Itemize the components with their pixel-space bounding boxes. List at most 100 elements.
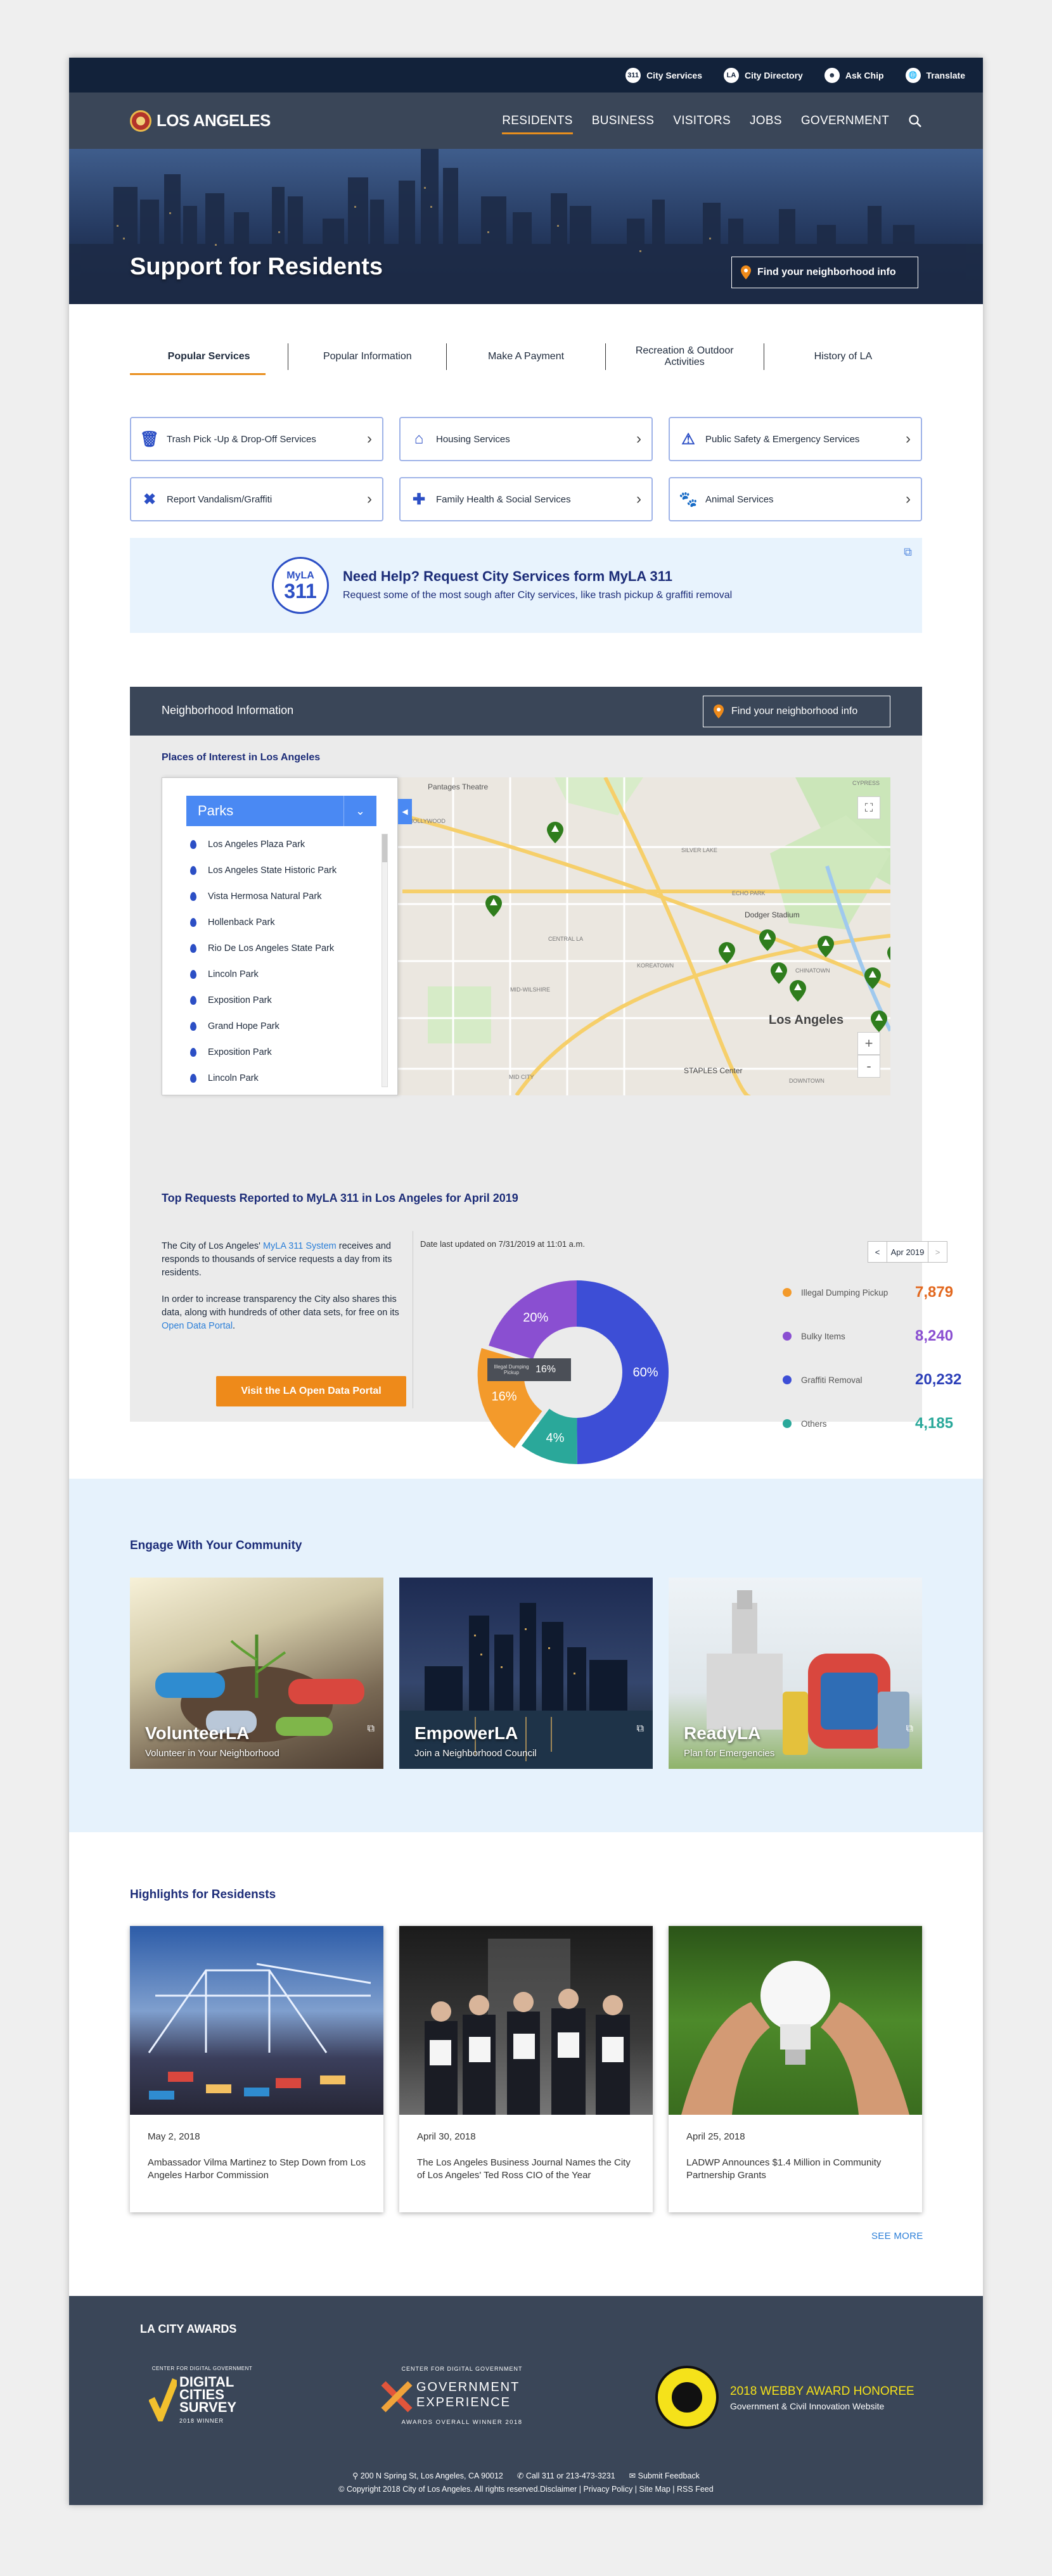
location-pin-icon <box>714 705 724 718</box>
zoom-in-button[interactable]: + <box>857 1032 880 1055</box>
highlight-date: April 25, 2018 <box>686 2131 745 2142</box>
zoom-out-button[interactable]: - <box>857 1055 880 1078</box>
open-data-portal-link[interactable]: Open Data Portal <box>162 1321 233 1331</box>
map-collapse-button[interactable]: ◀ <box>398 799 412 824</box>
map-label-pantages: Pantages Theatre <box>428 782 489 791</box>
phone-link[interactable]: ✆ Call 311 or 213-473-3231 <box>517 2471 615 2480</box>
park-name: Rio De Los Angeles State Park <box>208 943 335 953</box>
park-marker-icon[interactable] <box>864 967 881 989</box>
service-vandalism[interactable]: ✖ Report Vandalism/Graffiti › <box>130 477 383 521</box>
engage-section: Engage With Your Community VolunteerLA V… <box>69 1479 983 1832</box>
legend-value: 20,232 <box>915 1371 962 1388</box>
highlight-card-cio[interactable]: April 30, 2018 The Los Angeles Business … <box>399 1926 653 2212</box>
prev-month-button[interactable]: < <box>868 1242 887 1262</box>
location-pin-icon <box>190 865 196 875</box>
feedback-link[interactable]: ✉ Submit Feedback <box>629 2471 700 2480</box>
external-link-icon: ⧉ <box>367 1723 375 1734</box>
park-marker-icon[interactable] <box>547 822 563 843</box>
site-logo[interactable]: LOS ANGELES <box>130 110 271 132</box>
service-public-safety[interactable]: ⚠ Public Safety & Emergency Services › <box>669 417 922 461</box>
park-list-item[interactable]: Lincoln Park <box>186 961 389 987</box>
park-list-item[interactable]: Grand Hope Park <box>186 1013 389 1039</box>
myla311-logo: MyLA 311 <box>272 557 329 614</box>
copyright[interactable]: © Copyright 2018 City of Los Angeles. Al… <box>69 2485 983 2494</box>
tab-popular-services[interactable]: Popular Services <box>130 343 288 375</box>
see-more-link[interactable]: SEE MORE <box>871 2231 923 2241</box>
card-subtitle: Join a Neighborhood Council <box>414 1748 537 1759</box>
tab-popular-information[interactable]: Popular Information <box>288 343 446 370</box>
nav-visitors[interactable]: VISITORS <box>673 109 731 133</box>
category-select[interactable]: Parks ⌄ <box>186 796 376 826</box>
nav-government[interactable]: GOVERNMENT <box>801 109 889 133</box>
parks-scrollbar[interactable] <box>382 834 388 1087</box>
chip-icon: ☻ <box>824 67 840 83</box>
tab-history[interactable]: History of LA <box>763 343 922 370</box>
park-list-item[interactable]: Lincoln Park <box>186 1065 389 1085</box>
highlights-title: Highlights for Residensts <box>130 1888 276 1901</box>
service-trash[interactable]: 🗑 Trash Pick -Up & Drop-Off Services › <box>130 417 383 461</box>
nav-business[interactable]: BUSINESS <box>592 109 655 133</box>
address-link[interactable]: ⚲ 200 N Spring St, Los Angeles, CA 90012 <box>352 2471 503 2480</box>
service-animal[interactable]: 🐾 Animal Services › <box>669 477 922 521</box>
ask-chip-link[interactable]: ☻ Ask Chip <box>824 67 884 83</box>
chevron-right-icon: › <box>906 430 911 447</box>
empowerla-card[interactable]: EmpowerLA Join a Neighborhood Council ⧉ <box>399 1578 653 1769</box>
myla311-system-link[interactable]: MyLA 311 System <box>263 1241 337 1251</box>
port-image <box>130 1926 383 2115</box>
external-link-icon: ⧉ <box>904 545 912 558</box>
service-family-health[interactable]: ✚ Family Health & Social Services › <box>399 477 653 521</box>
search-icon[interactable] <box>908 114 922 128</box>
volunteerla-card[interactable]: VolunteerLA Volunteer in Your Neighborho… <box>130 1578 383 1769</box>
city-directory-link[interactable]: LA City Directory <box>724 67 803 83</box>
park-name: Vista Hermosa Natural Park <box>208 891 322 902</box>
park-list-item[interactable]: Exposition Park <box>186 987 389 1013</box>
legend-item: Illegal Dumping Pickup 7,879 <box>783 1284 983 1301</box>
park-name: Lincoln Park <box>208 1073 259 1083</box>
scroll-thumb[interactable] <box>382 834 387 862</box>
city-services-link[interactable]: 311 City Services <box>625 67 702 83</box>
park-marker-icon[interactable] <box>771 962 787 984</box>
hero-neighborhood-button[interactable]: Find your neighborhood info <box>731 257 918 288</box>
myla-banner[interactable]: MyLA 311 Need Help? Request City Services… <box>130 538 922 633</box>
service-housing[interactable]: ⌂ Housing Services › <box>399 417 653 461</box>
park-list-item[interactable]: Hollenback Park <box>186 909 389 935</box>
tab-make-a-payment[interactable]: Make A Payment <box>446 343 605 370</box>
open-data-portal-button[interactable]: Visit the LA Open Data Portal <box>216 1376 406 1406</box>
chevron-down-icon: ⌄ <box>343 796 376 826</box>
park-list-item[interactable]: Rio De Los Angeles State Park <box>186 935 389 961</box>
trash-icon: 🗑 <box>139 430 160 448</box>
highlight-card-harbor[interactable]: May 2, 2018 Ambassador Vilma Martinez to… <box>130 1926 383 2212</box>
fullscreen-button[interactable]: ⛶ <box>857 796 880 819</box>
readyla-card[interactable]: ReadyLA Plan for Emergencies ⧉ <box>669 1578 922 1769</box>
park-list-item[interactable]: Los Angeles State Historic Park <box>186 857 389 883</box>
legend-item: Graffiti Removal 20,232 <box>783 1371 983 1389</box>
lightbulb-image <box>669 1926 922 2115</box>
park-list-item[interactable]: Exposition Park <box>186 1039 389 1065</box>
webby-award-logo: 2018 WEBBY AWARD HONOREE Government & Ci… <box>655 2366 928 2429</box>
map-label-wilshire: MID-WILSHIRE <box>510 986 550 993</box>
legend-label: Bulky Items <box>801 1331 845 1341</box>
park-marker-icon[interactable] <box>719 942 735 964</box>
park-list-item[interactable]: Los Angeles Plaza Park <box>186 831 389 857</box>
highlight-card-ladwp[interactable]: April 25, 2018 LADWP Announces $1.4 Mill… <box>669 1926 922 2212</box>
card-title: ReadyLA <box>684 1723 761 1743</box>
next-month-button[interactable]: > <box>928 1242 947 1262</box>
slice-percent-label: 4% <box>546 1431 565 1445</box>
bulb-graphic <box>681 1961 909 2115</box>
date-updated: Date last updated on 7/31/2019 at 11:01 … <box>420 1239 585 1249</box>
tab-recreation[interactable]: Recreation & Outdoor Activities <box>605 343 764 370</box>
neighborhood-info-button[interactable]: Find your neighborhood info <box>703 696 890 727</box>
external-link-icon: ⧉ <box>906 1723 913 1734</box>
nav-jobs[interactable]: JOBS <box>750 109 782 133</box>
park-marker-icon[interactable] <box>887 945 890 966</box>
park-list-item[interactable]: Vista Hermosa Natural Park <box>186 883 389 909</box>
slice-percent-label: 60% <box>632 1366 658 1380</box>
nav-residents[interactable]: RESIDENTS <box>502 109 574 134</box>
translate-link[interactable]: 🌐 Translate <box>905 67 965 83</box>
park-marker-icon[interactable] <box>759 929 776 951</box>
location-pin-icon <box>190 917 196 927</box>
park-marker-icon[interactable] <box>790 980 806 1002</box>
park-marker-icon[interactable] <box>818 936 834 957</box>
park-marker-icon[interactable] <box>485 895 502 917</box>
park-marker-icon[interactable] <box>871 1011 887 1032</box>
